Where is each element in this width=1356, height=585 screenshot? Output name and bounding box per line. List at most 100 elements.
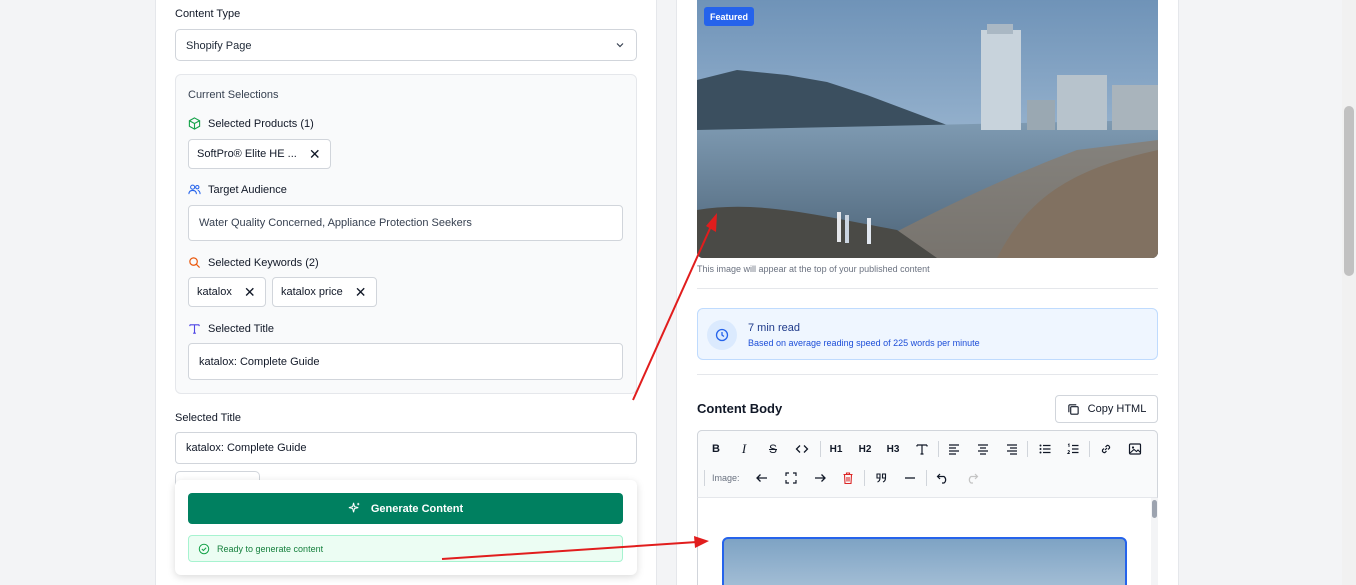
content-body-title: Content Body: [697, 401, 783, 416]
align-center-button[interactable]: [972, 438, 994, 460]
remove-product-icon[interactable]: ✕: [309, 147, 321, 161]
copy-html-button[interactable]: Copy HTML: [1055, 395, 1158, 423]
ready-status-text: Ready to generate content: [217, 543, 324, 554]
target-audience-label: Target Audience: [208, 183, 287, 196]
heading-1-button[interactable]: H1: [825, 438, 847, 460]
product-chip-label: SoftPro® Elite HE ...: [197, 148, 297, 160]
heading-3-button[interactable]: H3: [882, 438, 904, 460]
featured-image[interactable]: [697, 0, 1158, 258]
align-center-icon: [978, 444, 988, 455]
page-scrollbar-thumb[interactable]: [1344, 106, 1354, 276]
paragraph-button[interactable]: [911, 438, 933, 460]
blockquote-button[interactable]: [870, 467, 892, 489]
link-icon: [1101, 444, 1111, 454]
package-icon: [188, 117, 201, 130]
bold-button[interactable]: B: [705, 438, 727, 460]
selected-title-inner-heading: Selected Title: [188, 322, 274, 335]
strikethrough-button[interactable]: S: [762, 438, 784, 460]
product-chip: SoftPro® Elite HE ... ✕: [188, 139, 331, 169]
keyword-chip: katalox ✕: [188, 277, 266, 307]
toolbar-divider: [926, 470, 927, 486]
generate-content-button[interactable]: Generate Content: [188, 493, 623, 524]
redo-icon: [968, 473, 979, 484]
align-right-button[interactable]: [1001, 438, 1023, 460]
toolbar-divider: [1089, 441, 1090, 457]
check-circle-icon: [198, 543, 210, 554]
generate-content-label: Generate Content: [370, 502, 464, 515]
code-button[interactable]: [791, 438, 813, 460]
copy-html-label: Copy HTML: [1087, 403, 1147, 415]
toolbar-divider: [938, 441, 939, 457]
insert-image-button[interactable]: [1124, 438, 1146, 460]
beach-photo: [697, 0, 1158, 258]
editor-scrollbar-thumb[interactable]: [1152, 500, 1157, 518]
clock-icon: [715, 328, 729, 342]
align-left-button[interactable]: [943, 438, 965, 460]
remove-keyword-icon[interactable]: ✕: [244, 285, 256, 299]
read-time: 7 min read: [748, 322, 800, 334]
selected-keywords-heading: Selected Keywords (2): [188, 256, 319, 269]
numbered-list-button[interactable]: [1062, 438, 1084, 460]
selected-title-label: Selected Title: [175, 412, 242, 424]
divider: [697, 374, 1158, 375]
selected-title-inner-value: katalox: Complete Guide: [199, 355, 320, 368]
align-left-icon: [949, 444, 959, 455]
selected-products-heading: Selected Products (1): [188, 117, 314, 130]
target-audience-heading: Target Audience: [188, 183, 287, 196]
arrow-right-icon: [815, 474, 826, 482]
image-icon: [1128, 443, 1142, 455]
minus-icon: [905, 477, 915, 479]
redo-button[interactable]: [961, 467, 983, 489]
delete-image-button[interactable]: [837, 467, 859, 489]
align-right-icon: [1007, 444, 1017, 455]
toolbar-divider: [864, 470, 865, 486]
search-icon: [189, 257, 201, 269]
chevron-down-icon: [616, 43, 624, 48]
clock-badge: [707, 320, 737, 350]
content-type-value: Shopify Page: [186, 40, 252, 52]
maximize-icon: [785, 472, 797, 484]
content-type-label: Content Type: [175, 8, 241, 20]
image-align-left-button[interactable]: [751, 467, 773, 489]
image-fullwidth-button[interactable]: [780, 467, 802, 489]
image-tools-label: Image:: [712, 473, 740, 483]
quote-icon: [876, 473, 887, 483]
horizontal-rule-button[interactable]: [899, 467, 921, 489]
link-button[interactable]: [1095, 438, 1117, 460]
selected-title-value: katalox: Complete Guide: [186, 442, 307, 454]
divider: [697, 288, 1158, 289]
text-type-icon: [189, 324, 200, 334]
sparkles-icon: [348, 502, 360, 513]
undo-icon: [936, 473, 947, 484]
text-type-icon: [916, 444, 928, 455]
toolbar-divider: [704, 470, 705, 486]
toolbar-divider: [820, 441, 821, 457]
keyword-chip-label: katalox: [197, 286, 232, 298]
selected-title-inner-field: katalox: Complete Guide: [188, 343, 623, 380]
bullet-list-button[interactable]: [1034, 438, 1056, 460]
reading-time-box: [697, 308, 1158, 360]
selected-title-input[interactable]: katalox: Complete Guide: [175, 432, 637, 464]
copy-icon: [1067, 403, 1079, 415]
target-audience-field: Water Quality Concerned, Appliance Prote…: [188, 205, 623, 241]
users-icon: [188, 184, 201, 195]
current-selections-title: Current Selections: [188, 89, 279, 101]
selected-title-inner-label: Selected Title: [208, 322, 275, 335]
arrow-left-icon: [756, 474, 767, 482]
remove-keyword-icon[interactable]: ✕: [355, 285, 367, 299]
code-icon: [795, 445, 809, 453]
image-align-right-button[interactable]: [809, 467, 831, 489]
heading-2-button[interactable]: H2: [854, 438, 876, 460]
undo-button[interactable]: [932, 467, 954, 489]
italic-button[interactable]: I: [733, 438, 755, 460]
featured-image-note: This image will appear at the top of you…: [697, 264, 930, 274]
selected-keywords-label: Selected Keywords (2): [208, 256, 319, 269]
ready-status-banner: Ready to generate content: [188, 535, 623, 562]
featured-badge: Featured: [704, 7, 755, 26]
editor-inserted-image[interactable]: [722, 537, 1127, 585]
toolbar-divider: [1027, 441, 1028, 457]
content-type-select[interactable]: Shopify Page: [175, 29, 637, 61]
selected-products-label: Selected Products (1): [208, 117, 314, 130]
trash-icon: [843, 472, 853, 485]
page-scrollbar[interactable]: [1342, 0, 1356, 585]
